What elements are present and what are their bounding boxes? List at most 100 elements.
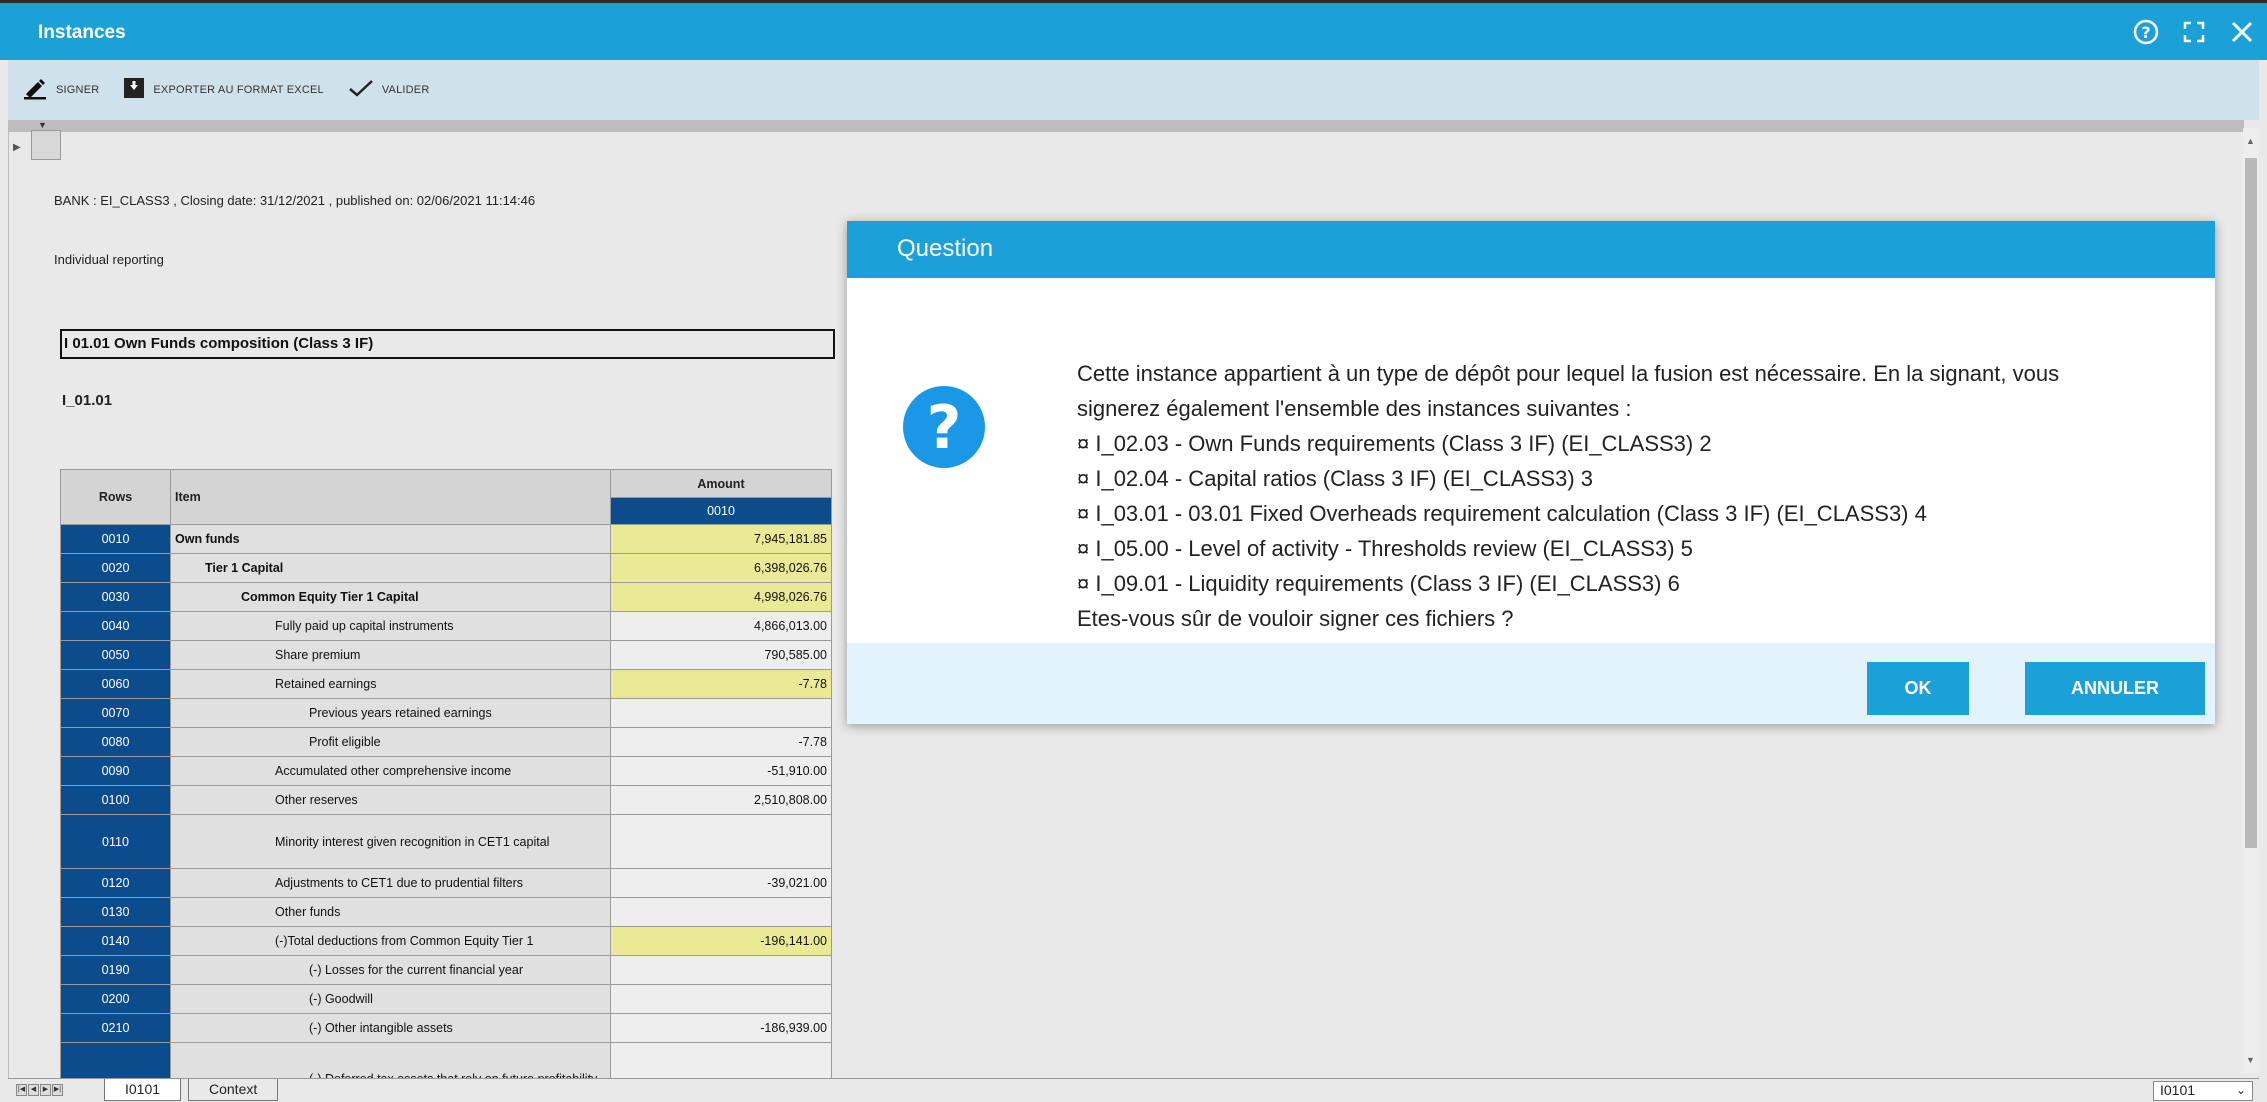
window-titlebar: Instances ? [0,0,2267,60]
row-code: 0030 [60,582,171,612]
own-funds-table: Rows Item Amount 0010 0010 Own funds 7,945… [60,469,832,1101]
section-title: I 01.01 Own Funds composition (Class 3 I… [60,329,835,359]
row-code: 0070 [60,698,171,728]
row-amount[interactable]: 4,866,013.00 [610,611,832,641]
tab-navigation: |◀ ◀ ▶ ▶| [16,1084,63,1096]
expand-arrow-icon[interactable]: ▶ [13,142,21,153]
help-icon[interactable]: ? [2131,17,2161,47]
row-code: 0190 [60,955,171,985]
message-line: ¤ I_09.01 - Liquidity requirements (Clas… [1077,571,1680,596]
row-code: 0120 [60,868,171,898]
sign-button[interactable]: SIGNER [22,76,99,105]
svg-text:?: ? [2141,23,2150,42]
fullscreen-icon[interactable] [2179,17,2209,47]
table-row: 0060 Retained earnings -7.78 [60,669,832,699]
item-header: Item [170,469,611,525]
amount-code-header: 0010 [610,497,832,525]
close-icon[interactable] [2227,17,2257,47]
row-amount[interactable]: -196,141.00 [610,926,832,956]
row-amount[interactable] [610,814,832,869]
row-item: Tier 1 Capital [170,553,611,583]
table-row: 0190 (-) Losses for the current financial… [60,955,832,985]
first-sheet-icon[interactable]: |◀ [16,1084,27,1096]
dialog-title: Question [847,221,2215,278]
message-line: ¤ I_02.03 - Own Funds requirements (Clas… [1077,431,1712,456]
table-row: 0080 Profit eligible -7.78 [60,727,832,757]
window-title: Instances [38,22,126,43]
tab-context[interactable]: Context [188,1079,279,1101]
amount-header: Amount [610,469,832,498]
row-amount[interactable] [610,897,832,927]
scroll-down-icon[interactable]: ▼ [2246,1055,2255,1065]
row-item: Share premium [170,640,611,670]
sheet-top-strip [9,120,2244,132]
table-row: 0110 Minority interest given recognition … [60,814,832,869]
prev-sheet-icon[interactable]: ◀ [28,1084,39,1096]
row-item: Accumulated other comprehensive income [170,756,611,786]
row-item: Other funds [170,897,611,927]
export-excel-button[interactable]: EXPORTER AU FORMAT EXCEL [123,77,324,104]
chevron-down-icon: ⌄ [2235,1083,2246,1097]
table-row: 0100 Other reserves 2,510,808.00 [60,785,832,815]
row-item: Retained earnings [170,669,611,699]
row-code: 0210 [60,1013,171,1043]
row-item: Previous years retained earnings [170,698,611,728]
row-amount[interactable]: -7.78 [610,669,832,699]
tab-i0101[interactable]: I0101 [104,1079,182,1101]
dialog-footer: OK ANNULER [847,643,2215,724]
row-code: 0110 [60,814,171,869]
collapse-arrow-icon[interactable]: ▼ [38,120,47,130]
dialog-message: Cette instance appartient à un type de d… [1077,356,2187,636]
next-sheet-icon[interactable]: ▶ [40,1084,51,1096]
row-code: 0020 [60,553,171,583]
row-amount[interactable]: 790,585.00 [610,640,832,670]
row-amount[interactable]: 6,398,026.76 [610,553,832,583]
sheet-selector-value: I0101 [2160,1082,2196,1098]
row-amount[interactable] [610,955,832,985]
export-icon [123,77,145,104]
row-item: Minority interest given recognition in C… [170,814,611,869]
message-line: ¤ I_03.01 - 03.01 Fixed Overheads requir… [1077,501,1927,526]
template-code: I_01.01 [62,392,113,409]
cancel-button[interactable]: ANNULER [2025,662,2205,715]
question-dialog: Question ? Cette instance appartient à u… [847,221,2215,724]
export-label: EXPORTER AU FORMAT EXCEL [153,84,324,96]
message-line: ¤ I_05.00 - Level of activity - Threshol… [1077,536,1693,561]
row-amount[interactable]: 7,945,181.85 [610,524,832,554]
row-code: 0080 [60,727,171,757]
table-row: 0050 Share premium 790,585.00 [60,640,832,670]
row-item: Profit eligible [170,727,611,757]
rows-header: Rows [60,469,171,525]
table-row: 0210 (-) Other intangible assets -186,939.… [60,1013,832,1043]
row-amount[interactable]: -39,021.00 [610,868,832,898]
table-row: 0040 Fully paid up capital instruments 4,8… [60,611,832,641]
row-amount[interactable]: -186,939.00 [610,1013,832,1043]
scrollbar-thumb[interactable] [2245,158,2257,848]
ok-button[interactable]: OK [1867,662,1969,715]
validate-button[interactable]: VALIDER [348,78,430,103]
scroll-up-icon[interactable]: ▲ [2246,136,2255,146]
bank-info-line: BANK : EI_CLASS3 , Closing date: 31/12/2… [54,193,536,208]
select-all-corner[interactable] [31,130,61,160]
row-amount[interactable]: 4,998,026.76 [610,582,832,612]
table-row: 0020 Tier 1 Capital 6,398,026.76 [60,553,832,583]
table-row: 0090 Accumulated other comprehensive inco… [60,756,832,786]
sheet-selector[interactable]: I0101 ⌄ [2153,1081,2253,1101]
row-amount[interactable]: -51,910.00 [610,756,832,786]
row-amount[interactable]: -7.78 [610,727,832,757]
table-row: 0070 Previous years retained earnings [60,698,832,728]
row-item: Fully paid up capital instruments [170,611,611,641]
row-code: 0050 [60,640,171,670]
sign-label: SIGNER [56,84,100,96]
row-amount[interactable] [610,698,832,728]
reporting-type: Individual reporting [54,252,164,267]
row-amount[interactable]: 2,510,808.00 [610,785,832,815]
dialog-body: ? Cette instance appartient à un type de… [847,278,2215,643]
row-amount[interactable] [610,984,832,1014]
message-line: ¤ I_02.04 - Capital ratios (Class 3 IF) … [1077,466,1593,491]
row-code: 0060 [60,669,171,699]
row-item: (-) Goodwill [170,984,611,1014]
last-sheet-icon[interactable]: ▶| [52,1084,63,1096]
vertical-scrollbar[interactable]: ▲ ▼ [2243,128,2259,1073]
row-item: Other reserves [170,785,611,815]
